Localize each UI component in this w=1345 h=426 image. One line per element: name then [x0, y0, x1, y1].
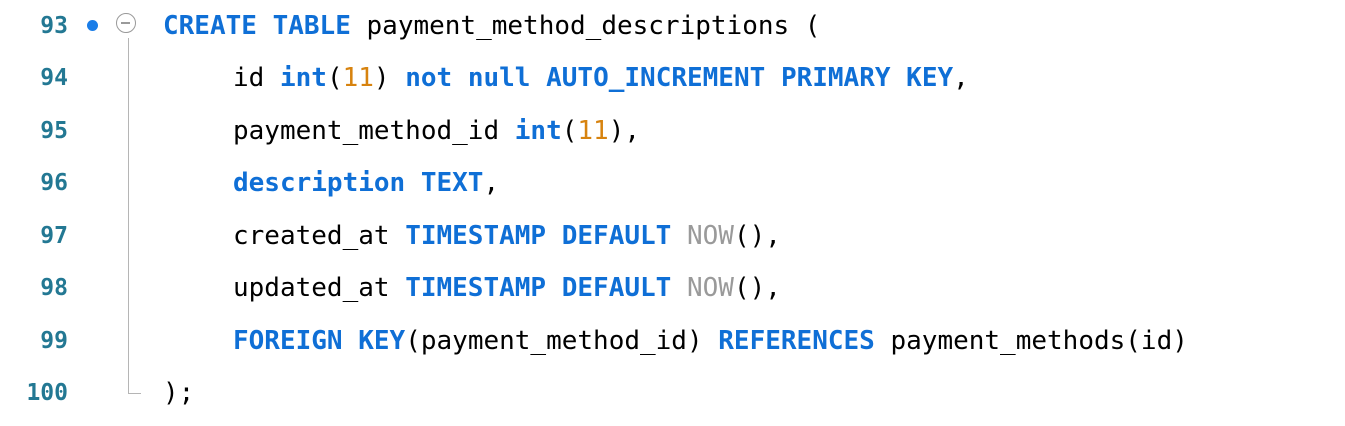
sql-text: payment_method_id: [233, 116, 515, 146]
sql-text: (),: [733, 221, 781, 251]
sql-keyword: KEY: [358, 326, 406, 356]
modified-indicator-icon: [87, 20, 98, 31]
sql-keyword: REFERENCES: [718, 326, 875, 356]
sql-keyword: not: [405, 63, 453, 93]
line-code: created_at TIMESTAMP DEFAULT NOW(),: [233, 210, 781, 262]
sql-function: NOW: [686, 221, 734, 251]
sql-text: id: [233, 63, 280, 93]
line-number: 95: [40, 118, 68, 144]
sql-keyword: null: [467, 63, 531, 93]
code-line[interactable]: 98 updated_at TIMESTAMP DEFAULT NOW(),: [0, 262, 1345, 314]
code-line[interactable]: 95 payment_method_id int(11),: [0, 105, 1345, 157]
sql-text: updated_at: [233, 273, 406, 303]
code-line[interactable]: 96 description TEXT,: [0, 157, 1345, 209]
sql-text: payment_methods(id): [874, 326, 1188, 356]
sql-text: ),: [608, 116, 641, 146]
sql-keyword: CREATE: [163, 11, 257, 41]
sql-text: (payment_method_id): [405, 326, 719, 356]
sql-text: (),: [733, 273, 781, 303]
sql-text: ,: [483, 168, 500, 198]
line-number: 99: [40, 328, 68, 354]
sql-keyword: TABLE: [272, 11, 351, 41]
sql-text: ,: [953, 63, 969, 93]
sql-text: payment_method_descriptions (: [350, 11, 821, 41]
sql-keyword: TEXT: [420, 168, 484, 198]
line-code: payment_method_id int(11),: [233, 105, 640, 157]
line-number: 98: [40, 275, 68, 301]
sql-keyword: FOREIGN: [233, 326, 343, 356]
line-code: id int(11) not null AUTO_INCREMENT PRIMA…: [233, 52, 969, 104]
line-number: 93: [40, 13, 68, 39]
sql-function: NOW: [686, 273, 734, 303]
sql-keyword: DEFAULT: [561, 273, 672, 303]
sql-text: (: [326, 63, 343, 93]
code-line[interactable]: 99 FOREIGN KEY(payment_method_id) REFERE…: [0, 315, 1345, 367]
sql-keyword: TIMESTAMP: [405, 221, 547, 251]
line-code: updated_at TIMESTAMP DEFAULT NOW(),: [233, 262, 781, 314]
sql-text: ): [373, 63, 406, 93]
sql-keyword: PRIMARY: [780, 63, 891, 93]
line-number: 97: [40, 223, 68, 249]
sql-keyword: description: [233, 168, 406, 198]
code-line[interactable]: 100 );: [0, 367, 1345, 419]
line-number: 96: [40, 170, 68, 196]
code-line[interactable]: 93 CREATE TABLE payment_method_descripti…: [0, 0, 1345, 52]
code-line[interactable]: 94 id int(11) not null AUTO_INCREMENT PR…: [0, 52, 1345, 104]
line-code: CREATE TABLE payment_method_descriptions…: [163, 0, 820, 52]
line-code: FOREIGN KEY(payment_method_id) REFERENCE…: [233, 315, 1188, 367]
sql-keyword: TIMESTAMP: [405, 273, 547, 303]
code-line[interactable]: 97 created_at TIMESTAMP DEFAULT NOW(),: [0, 210, 1345, 262]
sql-keyword: AUTO_INCREMENT: [546, 63, 766, 93]
line-number: 100: [26, 380, 68, 406]
line-code: description TEXT,: [233, 157, 499, 209]
line-number: 94: [40, 65, 68, 91]
code-editor[interactable]: 93 CREATE TABLE payment_method_descripti…: [0, 0, 1345, 426]
sql-text: );: [163, 378, 195, 408]
sql-number: 11: [577, 116, 609, 146]
sql-keyword: KEY: [906, 63, 954, 93]
sql-keyword: int: [514, 116, 562, 146]
sql-text: (: [561, 116, 578, 146]
sql-number: 11: [342, 63, 374, 93]
sql-keyword: int: [279, 63, 327, 93]
line-code: );: [163, 367, 194, 419]
fold-collapse-icon[interactable]: [116, 13, 136, 33]
sql-keyword: DEFAULT: [561, 221, 672, 251]
sql-text: created_at: [233, 221, 406, 251]
